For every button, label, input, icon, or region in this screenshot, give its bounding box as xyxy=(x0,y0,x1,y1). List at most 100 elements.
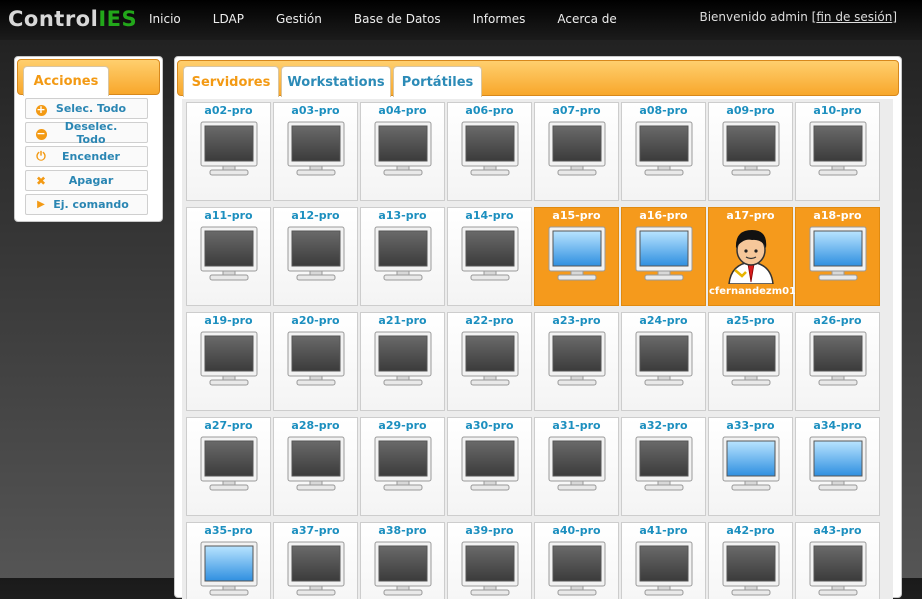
welcome-text: Bienvenido admin [ xyxy=(699,10,817,24)
computer-card-a24-pro[interactable]: a24-pro xyxy=(621,312,706,411)
nav-gestion[interactable]: Gestión xyxy=(276,12,322,26)
monitor-off-icon xyxy=(548,121,606,177)
nav-base-de-datos[interactable]: Base de Datos xyxy=(354,12,441,26)
computer-card-a29-pro[interactable]: a29-pro xyxy=(360,417,445,516)
computer-name: a39-pro xyxy=(465,524,514,537)
app-logo[interactable]: ControlIES xyxy=(8,7,137,31)
computer-name: a04-pro xyxy=(378,104,427,117)
top-bar: ControlIES Inicio LDAP Gestión Base de D… xyxy=(0,0,922,40)
computer-card-a21-pro[interactable]: a21-pro xyxy=(360,312,445,411)
monitor-off-icon xyxy=(374,541,432,597)
monitor-off-icon xyxy=(809,121,867,177)
computer-card-a02-pro[interactable]: a02-pro xyxy=(186,102,271,201)
computer-card-a40-pro[interactable]: a40-pro xyxy=(534,522,619,599)
computer-card-a22-pro[interactable]: a22-pro xyxy=(447,312,532,411)
shutdown-label: Apagar xyxy=(68,174,114,187)
computer-card-a34-pro[interactable]: a34-pro xyxy=(795,417,880,516)
computer-card-a18-pro[interactable]: a18-pro xyxy=(795,207,880,306)
monitor-off-icon xyxy=(200,331,258,387)
monitor-off-icon xyxy=(635,331,693,387)
x-icon: ✖ xyxy=(35,173,47,188)
monitor-off-icon xyxy=(461,226,519,282)
computer-card-a20-pro[interactable]: a20-pro xyxy=(273,312,358,411)
monitor-off-icon xyxy=(809,331,867,387)
computer-card-a04-pro[interactable]: a04-pro xyxy=(360,102,445,201)
monitor-off-icon xyxy=(635,121,693,177)
logout-link[interactable]: fin de sesión xyxy=(816,10,892,24)
computer-name: a26-pro xyxy=(813,314,862,327)
computer-card-a31-pro[interactable]: a31-pro xyxy=(534,417,619,516)
computer-card-a42-pro[interactable]: a42-pro xyxy=(708,522,793,599)
computer-card-a11-pro[interactable]: a11-pro xyxy=(186,207,271,306)
computer-card-a43-pro[interactable]: a43-pro xyxy=(795,522,880,599)
computer-name: a17-pro xyxy=(726,209,775,222)
computer-card-a26-pro[interactable]: a26-pro xyxy=(795,312,880,411)
tab-workstations[interactable]: Workstations xyxy=(281,66,391,97)
nav-inicio[interactable]: Inicio xyxy=(149,12,181,26)
computer-name: a02-pro xyxy=(204,104,253,117)
computer-card-a35-pro[interactable]: a35-pro xyxy=(186,522,271,599)
computer-name: a22-pro xyxy=(465,314,514,327)
monitor-off-icon xyxy=(200,226,258,282)
computer-name: a35-pro xyxy=(204,524,253,537)
computer-card-a14-pro[interactable]: a14-pro xyxy=(447,207,532,306)
computer-card-a28-pro[interactable]: a28-pro xyxy=(273,417,358,516)
computer-card-a06-pro[interactable]: a06-pro xyxy=(447,102,532,201)
computer-card-a10-pro[interactable]: a10-pro xyxy=(795,102,880,201)
computer-card-a03-pro[interactable]: a03-pro xyxy=(273,102,358,201)
tab-servidores[interactable]: Servidores xyxy=(183,66,279,97)
computer-card-a17-pro[interactable]: a17-pro cfernandezm01 xyxy=(708,207,796,306)
computer-name: a24-pro xyxy=(639,314,688,327)
computer-name: a27-pro xyxy=(204,419,253,432)
select-all-button[interactable]: + Selec. Todo xyxy=(25,98,148,119)
deselect-all-button[interactable]: − Deselec. Todo xyxy=(25,120,148,146)
monitor-off-icon xyxy=(200,121,258,177)
computer-card-a13-pro[interactable]: a13-pro xyxy=(360,207,445,306)
power-on-label: Encender xyxy=(62,150,120,163)
computer-card-a12-pro[interactable]: a12-pro xyxy=(273,207,358,306)
computer-card-a15-pro[interactable]: a15-pro xyxy=(534,207,619,306)
nav-acerca-de[interactable]: Acerca de xyxy=(557,12,616,26)
computer-card-a32-pro[interactable]: a32-pro xyxy=(621,417,706,516)
shutdown-button[interactable]: ✖ Apagar xyxy=(25,170,148,191)
monitor-off-icon xyxy=(374,331,432,387)
play-icon: ▶ xyxy=(37,199,45,210)
computer-card-a39-pro[interactable]: a39-pro xyxy=(447,522,532,599)
welcome-close-bracket: ] xyxy=(892,10,897,24)
computer-card-a38-pro[interactable]: a38-pro xyxy=(360,522,445,599)
computer-card-a27-pro[interactable]: a27-pro xyxy=(186,417,271,516)
nav-ldap[interactable]: LDAP xyxy=(213,12,244,26)
tab-portatiles[interactable]: Portátiles xyxy=(393,66,482,97)
power-on-button[interactable]: ⏻ Encender xyxy=(25,146,148,167)
monitor-off-icon xyxy=(548,331,606,387)
computer-name: a32-pro xyxy=(639,419,688,432)
computer-name: a37-pro xyxy=(291,524,340,537)
run-command-button[interactable]: ▶ Ej. comando xyxy=(25,194,148,215)
computer-name: a14-pro xyxy=(465,209,514,222)
computer-card-a08-pro[interactable]: a08-pro xyxy=(621,102,706,201)
computer-name: a09-pro xyxy=(726,104,775,117)
computer-name: a43-pro xyxy=(813,524,862,537)
computer-card-a25-pro[interactable]: a25-pro xyxy=(708,312,793,411)
computer-card-a33-pro[interactable]: a33-pro xyxy=(708,417,793,516)
monitor-off-icon xyxy=(461,541,519,597)
monitor-off-icon xyxy=(461,331,519,387)
computer-card-a41-pro[interactable]: a41-pro xyxy=(621,522,706,599)
computer-name: a34-pro xyxy=(813,419,862,432)
computer-card-a37-pro[interactable]: a37-pro xyxy=(273,522,358,599)
computer-card-a16-pro[interactable]: a16-pro xyxy=(621,207,706,306)
computer-card-a09-pro[interactable]: a09-pro xyxy=(708,102,793,201)
computer-card-a23-pro[interactable]: a23-pro xyxy=(534,312,619,411)
computer-card-a19-pro[interactable]: a19-pro xyxy=(186,312,271,411)
computer-name: a40-pro xyxy=(552,524,601,537)
computer-name: a25-pro xyxy=(726,314,775,327)
computer-card-a07-pro[interactable]: a07-pro xyxy=(534,102,619,201)
nav-informes[interactable]: Informes xyxy=(473,12,526,26)
monitor-on-icon xyxy=(809,226,867,282)
computer-card-a30-pro[interactable]: a30-pro xyxy=(447,417,532,516)
tab-acciones[interactable]: Acciones xyxy=(23,66,109,96)
monitor-off-icon xyxy=(287,436,345,492)
monitor-off-icon xyxy=(287,541,345,597)
monitor-off-icon xyxy=(461,121,519,177)
computer-name: a07-pro xyxy=(552,104,601,117)
